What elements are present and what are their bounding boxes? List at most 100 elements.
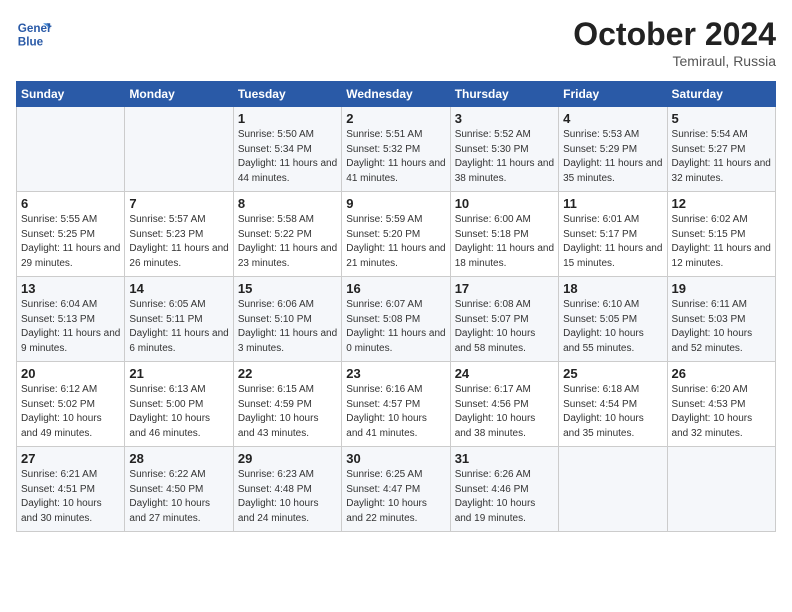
day-info: Sunrise: 5:57 AM Sunset: 5:23 PM Dayligh… [129, 213, 228, 271]
day-number: 3 [455, 111, 554, 126]
day-info: Sunrise: 6:16 AM Sunset: 4:57 PM Dayligh… [346, 383, 445, 441]
day-info: Sunrise: 6:13 AM Sunset: 5:00 PM Dayligh… [129, 383, 228, 441]
day-number: 16 [346, 281, 445, 296]
calendar-cell: 9 Sunrise: 5:59 AM Sunset: 5:20 PM Daylig… [342, 192, 450, 277]
calendar-cell: 25 Sunrise: 6:18 AM Sunset: 4:54 PM Dayli… [559, 362, 667, 447]
day-info: Sunrise: 6:05 AM Sunset: 5:11 PM Dayligh… [129, 298, 228, 356]
weekday-header-tuesday: Tuesday [233, 82, 341, 107]
day-info: Sunrise: 5:52 AM Sunset: 5:30 PM Dayligh… [455, 128, 554, 186]
day-number: 29 [238, 451, 337, 466]
day-info: Sunrise: 6:25 AM Sunset: 4:47 PM Dayligh… [346, 468, 445, 526]
weekday-header-thursday: Thursday [450, 82, 558, 107]
day-number: 28 [129, 451, 228, 466]
svg-text:Blue: Blue [18, 36, 44, 49]
calendar-cell: 27Sunrise: 6:21 AM Sunset: 4:51 PM Dayli… [17, 447, 125, 532]
day-number: 31 [455, 451, 554, 466]
day-info: Sunrise: 6:18 AM Sunset: 4:54 PM Dayligh… [563, 383, 662, 441]
logo-icon: General Blue [16, 16, 52, 52]
weekday-header-friday: Friday [559, 82, 667, 107]
calendar-cell: 1 Sunrise: 5:50 AM Sunset: 5:34 PM Daylig… [233, 107, 341, 192]
day-info: Sunrise: 6:17 AM Sunset: 4:56 PM Dayligh… [455, 383, 554, 441]
day-info: Sunrise: 6:22 AM Sunset: 4:50 PM Dayligh… [129, 468, 228, 526]
day-number: 7 [129, 196, 228, 211]
calendar-cell: 7 Sunrise: 5:57 AM Sunset: 5:23 PM Daylig… [125, 192, 233, 277]
calendar-cell: 28 Sunrise: 6:22 AM Sunset: 4:50 PM Dayli… [125, 447, 233, 532]
day-info: Sunrise: 5:58 AM Sunset: 5:22 PM Dayligh… [238, 213, 337, 271]
day-info: Sunrise: 6:01 AM Sunset: 5:17 PM Dayligh… [563, 213, 662, 271]
day-number: 5 [672, 111, 771, 126]
calendar-cell: 20 Sunrise: 6:12 AM Sunset: 5:02 PM Dayli… [17, 362, 125, 447]
day-number: 19 [672, 281, 771, 296]
day-info: Sunrise: 5:51 AM Sunset: 5:32 PM Dayligh… [346, 128, 445, 186]
day-info: Sunrise: 5:53 AM Sunset: 5:29 PM Dayligh… [563, 128, 662, 186]
day-number: 1 [238, 111, 337, 126]
day-info: Sunrise: 6:26 AM Sunset: 4:46 PM Dayligh… [455, 468, 554, 526]
day-number: 11 [563, 196, 662, 211]
day-number: 23 [346, 366, 445, 381]
day-info: Sunrise: 6:11 AM Sunset: 5:03 PM Dayligh… [672, 298, 771, 356]
calendar-cell: 23 Sunrise: 6:16 AM Sunset: 4:57 PM Dayli… [342, 362, 450, 447]
day-number: 6 [21, 196, 120, 211]
calendar-cell: 24Sunrise: 6:17 AM Sunset: 4:56 PM Dayli… [450, 362, 558, 447]
day-number: 26 [672, 366, 771, 381]
day-number: 20 [21, 366, 120, 381]
day-number: 12 [672, 196, 771, 211]
calendar-week-4: 20 Sunrise: 6:12 AM Sunset: 5:02 PM Dayli… [17, 362, 776, 447]
day-info: Sunrise: 6:08 AM Sunset: 5:07 PM Dayligh… [455, 298, 554, 356]
calendar-cell: 17Sunrise: 6:08 AM Sunset: 5:07 PM Dayli… [450, 277, 558, 362]
weekday-header-monday: Monday [125, 82, 233, 107]
day-info: Sunrise: 5:59 AM Sunset: 5:20 PM Dayligh… [346, 213, 445, 271]
calendar-week-1: 1 Sunrise: 5:50 AM Sunset: 5:34 PM Daylig… [17, 107, 776, 192]
calendar-cell: 19 Sunrise: 6:11 AM Sunset: 5:03 PM Dayli… [667, 277, 775, 362]
day-number: 27 [21, 451, 120, 466]
day-info: Sunrise: 6:20 AM Sunset: 4:53 PM Dayligh… [672, 383, 771, 441]
day-info: Sunrise: 5:54 AM Sunset: 5:27 PM Dayligh… [672, 128, 771, 186]
calendar-table: SundayMondayTuesdayWednesdayThursdayFrid… [16, 81, 776, 532]
calendar-cell: 21 Sunrise: 6:13 AM Sunset: 5:00 PM Dayli… [125, 362, 233, 447]
day-info: Sunrise: 6:15 AM Sunset: 4:59 PM Dayligh… [238, 383, 337, 441]
page-header: General Blue October 2024 Temiraul, Russ… [16, 16, 776, 69]
calendar-week-5: 27Sunrise: 6:21 AM Sunset: 4:51 PM Dayli… [17, 447, 776, 532]
calendar-cell: 13Sunrise: 6:04 AM Sunset: 5:13 PM Dayli… [17, 277, 125, 362]
day-info: Sunrise: 6:06 AM Sunset: 5:10 PM Dayligh… [238, 298, 337, 356]
day-number: 2 [346, 111, 445, 126]
weekday-header-sunday: Sunday [17, 82, 125, 107]
day-info: Sunrise: 6:04 AM Sunset: 5:13 PM Dayligh… [21, 298, 120, 356]
calendar-cell: 22 Sunrise: 6:15 AM Sunset: 4:59 PM Dayli… [233, 362, 341, 447]
calendar-header: SundayMondayTuesdayWednesdayThursdayFrid… [17, 82, 776, 107]
location-subtitle: Temiraul, Russia [573, 53, 776, 69]
calendar-cell [17, 107, 125, 192]
calendar-week-2: 6 Sunrise: 5:55 AM Sunset: 5:25 PM Daylig… [17, 192, 776, 277]
day-info: Sunrise: 6:00 AM Sunset: 5:18 PM Dayligh… [455, 213, 554, 271]
day-info: Sunrise: 6:12 AM Sunset: 5:02 PM Dayligh… [21, 383, 120, 441]
day-number: 9 [346, 196, 445, 211]
calendar-cell: 10Sunrise: 6:00 AM Sunset: 5:18 PM Dayli… [450, 192, 558, 277]
calendar-cell: 11 Sunrise: 6:01 AM Sunset: 5:17 PM Dayli… [559, 192, 667, 277]
weekday-header-wednesday: Wednesday [342, 82, 450, 107]
day-number: 18 [563, 281, 662, 296]
calendar-cell: 29Sunrise: 6:23 AM Sunset: 4:48 PM Dayli… [233, 447, 341, 532]
day-number: 22 [238, 366, 337, 381]
day-info: Sunrise: 5:55 AM Sunset: 5:25 PM Dayligh… [21, 213, 120, 271]
month-title: October 2024 [573, 16, 776, 53]
calendar-cell: 30 Sunrise: 6:25 AM Sunset: 4:47 PM Dayli… [342, 447, 450, 532]
day-info: Sunrise: 6:10 AM Sunset: 5:05 PM Dayligh… [563, 298, 662, 356]
day-info: Sunrise: 6:07 AM Sunset: 5:08 PM Dayligh… [346, 298, 445, 356]
day-number: 25 [563, 366, 662, 381]
calendar-cell: 12 Sunrise: 6:02 AM Sunset: 5:15 PM Dayli… [667, 192, 775, 277]
calendar-cell: 6 Sunrise: 5:55 AM Sunset: 5:25 PM Daylig… [17, 192, 125, 277]
calendar-cell [559, 447, 667, 532]
calendar-cell: 18 Sunrise: 6:10 AM Sunset: 5:05 PM Dayli… [559, 277, 667, 362]
calendar-cell [125, 107, 233, 192]
calendar-cell: 8Sunrise: 5:58 AM Sunset: 5:22 PM Daylig… [233, 192, 341, 277]
calendar-cell: 31 Sunrise: 6:26 AM Sunset: 4:46 PM Dayli… [450, 447, 558, 532]
calendar-cell: 14Sunrise: 6:05 AM Sunset: 5:11 PM Dayli… [125, 277, 233, 362]
weekday-header-saturday: Saturday [667, 82, 775, 107]
day-info: Sunrise: 6:02 AM Sunset: 5:15 PM Dayligh… [672, 213, 771, 271]
day-number: 30 [346, 451, 445, 466]
calendar-cell [667, 447, 775, 532]
day-number: 4 [563, 111, 662, 126]
calendar-cell: 26 Sunrise: 6:20 AM Sunset: 4:53 PM Dayli… [667, 362, 775, 447]
day-number: 21 [129, 366, 228, 381]
day-info: Sunrise: 5:50 AM Sunset: 5:34 PM Dayligh… [238, 128, 337, 186]
